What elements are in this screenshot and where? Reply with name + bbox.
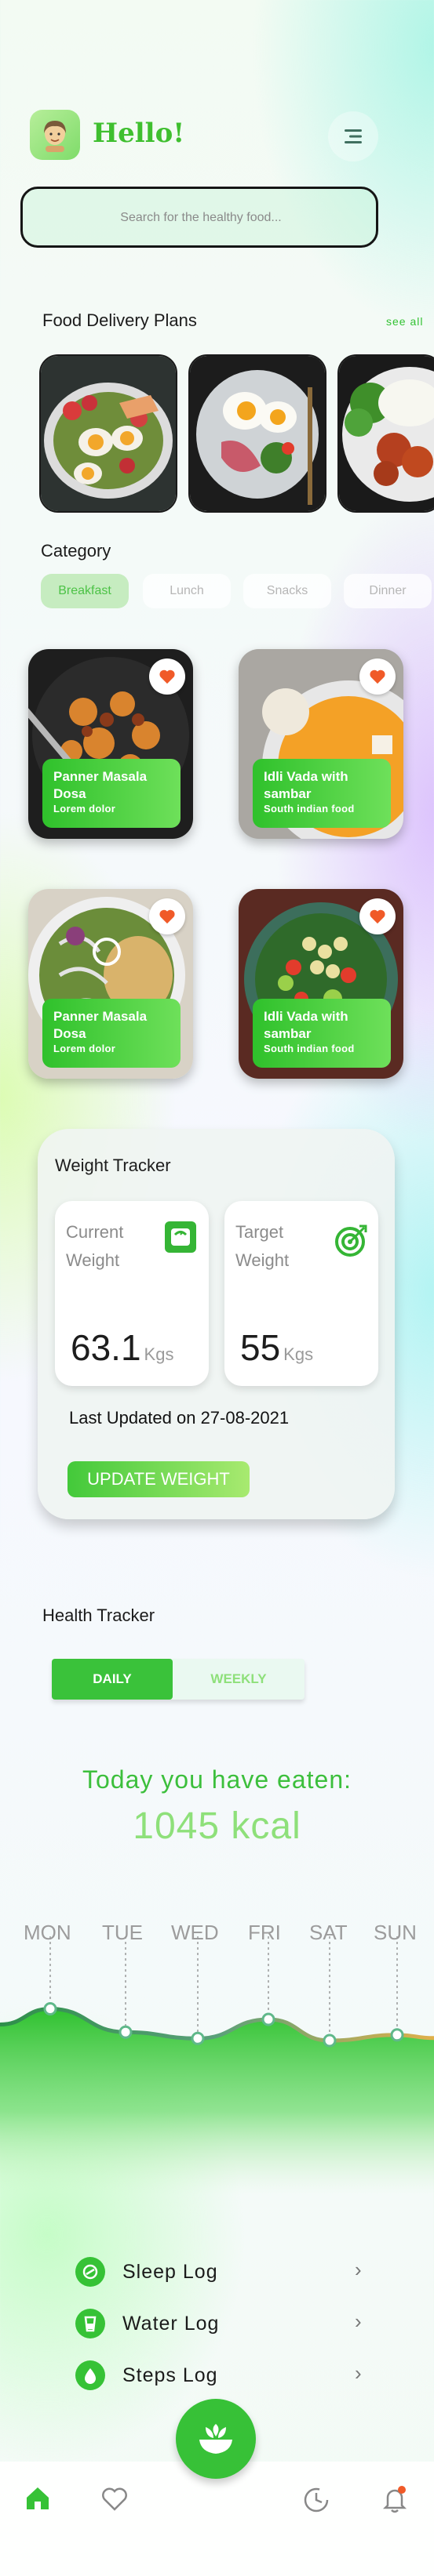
salad-egg-plate-image	[41, 356, 176, 511]
steps-log-item[interactable]: Steps Log	[75, 2360, 218, 2391]
plan-card-eggs[interactable]	[188, 354, 326, 513]
favorite-button[interactable]	[149, 898, 185, 934]
food-bowl-icon	[199, 2424, 232, 2454]
menu-icon	[345, 129, 362, 143]
food-name: Panner Masala Dosa	[53, 1009, 148, 1041]
day-point[interactable]	[191, 2031, 205, 2045]
target-weight-unit: Kgs	[283, 1344, 314, 1364]
weight-tracker-card: Weight Tracker Current Weight 63.1 Kgs Ta…	[38, 1129, 395, 1519]
sleep-icon	[75, 2257, 105, 2287]
food-label: Panner Masala Dosa Lorem dolor	[42, 759, 181, 828]
food-subtitle: Lorem dolor	[53, 803, 116, 815]
egg-breakfast-plate-image	[190, 356, 325, 511]
greeting-title: Hello!	[93, 118, 185, 149]
chevron-right-icon[interactable]: ›	[355, 2258, 362, 2282]
heart-icon	[159, 669, 175, 684]
food-bowl-button[interactable]	[176, 2399, 256, 2479]
food-name: Idli Vada with sambar	[264, 1009, 348, 1041]
water-log-item[interactable]: Water Log	[75, 2308, 219, 2339]
food-label: Idli Vada with sambar South indian food	[253, 999, 391, 1068]
current-weight-label: Current Weight	[66, 1222, 124, 1270]
weight-tracker-title: Weight Tracker	[55, 1156, 171, 1175]
heart-icon	[370, 909, 385, 924]
plans-title: Food Delivery Plans	[42, 310, 197, 330]
food-card[interactable]: Idli Vada with sambar South indian food	[239, 649, 403, 839]
food-label: Panner Masala Dosa Lorem dolor	[42, 999, 181, 1068]
day-point[interactable]	[390, 2028, 404, 2042]
tab-weekly[interactable]: WEEKLY	[173, 1659, 305, 1700]
chip-lunch[interactable]: Lunch	[143, 574, 231, 608]
plan-card-salad[interactable]	[39, 354, 177, 513]
sleep-log-item[interactable]: Sleep Log	[75, 2256, 218, 2288]
see-all-link[interactable]: see all	[386, 315, 423, 328]
day-point[interactable]	[323, 2034, 337, 2048]
intake-wave-chart	[0, 1936, 434, 2195]
plan-card-chicken[interactable]	[337, 354, 434, 513]
update-weight-button[interactable]: UPDATE WEIGHT	[67, 1461, 250, 1497]
food-card[interactable]: Panner Masala Dosa Lorem dolor	[28, 889, 193, 1079]
food-card[interactable]: Idli Vada with sambar South indian food	[239, 889, 403, 1079]
chevron-right-icon[interactable]: ›	[355, 2361, 362, 2386]
home-icon[interactable]	[24, 2485, 52, 2516]
water-log-label: Water Log	[122, 2312, 220, 2335]
heart-icon	[370, 669, 385, 684]
chip-dinner[interactable]: Dinner	[344, 574, 432, 608]
steps-log-label: Steps Log	[122, 2364, 218, 2386]
search-box[interactable]	[20, 187, 379, 248]
scale-icon	[165, 1221, 196, 1253]
target-weight-label: Target Weight	[235, 1222, 290, 1270]
food-subtitle: South indian food	[264, 803, 355, 815]
target-weight-value: 55	[240, 1327, 281, 1368]
day-point[interactable]	[119, 2025, 133, 2039]
food-card[interactable]: Panner Masala Dosa Lorem dolor	[28, 649, 193, 839]
favorite-button[interactable]	[149, 659, 185, 695]
food-subtitle: Lorem dolor	[53, 1043, 116, 1054]
food-label: Idli Vada with sambar South indian food	[253, 759, 391, 828]
current-weight-value: 63.1	[71, 1327, 141, 1368]
heart-icon	[159, 909, 175, 924]
target-weight-card: Target Weight 55 Kgs	[224, 1201, 378, 1386]
bell-icon[interactable]	[380, 2483, 410, 2519]
water-icon	[75, 2309, 105, 2338]
steps-icon	[75, 2360, 105, 2390]
favorite-button[interactable]	[359, 659, 396, 695]
chip-breakfast[interactable]: Breakfast	[41, 574, 129, 608]
chicken-rice-plate-image	[339, 356, 434, 511]
current-weight-card: Current Weight 63.1 Kgs	[55, 1201, 209, 1386]
search-input[interactable]	[23, 189, 379, 247]
food-name: Idli Vada with sambar	[264, 769, 348, 801]
day-point[interactable]	[261, 2012, 275, 2026]
target-icon	[334, 1223, 369, 1261]
food-subtitle: South indian food	[264, 1043, 355, 1054]
chip-snacks[interactable]: Snacks	[243, 574, 331, 608]
sleep-log-label: Sleep Log	[122, 2260, 218, 2283]
avatar-icon	[44, 121, 66, 152]
health-tracker-title: Health Tracker	[42, 1605, 155, 1625]
eaten-label: Today you have eaten:	[82, 1765, 352, 1794]
period-tabs: DAILY WEEKLY	[52, 1659, 305, 1700]
favorite-button[interactable]	[359, 898, 396, 934]
history-icon[interactable]	[301, 2485, 331, 2519]
food-name: Panner Masala Dosa	[53, 769, 148, 801]
chevron-right-icon[interactable]: ›	[355, 2309, 362, 2334]
avatar[interactable]	[30, 110, 80, 160]
heart-icon[interactable]	[100, 2487, 129, 2516]
menu-button[interactable]	[328, 111, 378, 161]
current-weight-unit: Kgs	[144, 1344, 174, 1364]
kcal-value: 1045 kcal	[133, 1805, 301, 1847]
day-point[interactable]	[43, 2002, 57, 2015]
category-title: Category	[41, 541, 111, 561]
last-updated-text: Last Updated on 27-08-2021	[69, 1408, 290, 1428]
tab-daily[interactable]: DAILY	[52, 1659, 173, 1700]
